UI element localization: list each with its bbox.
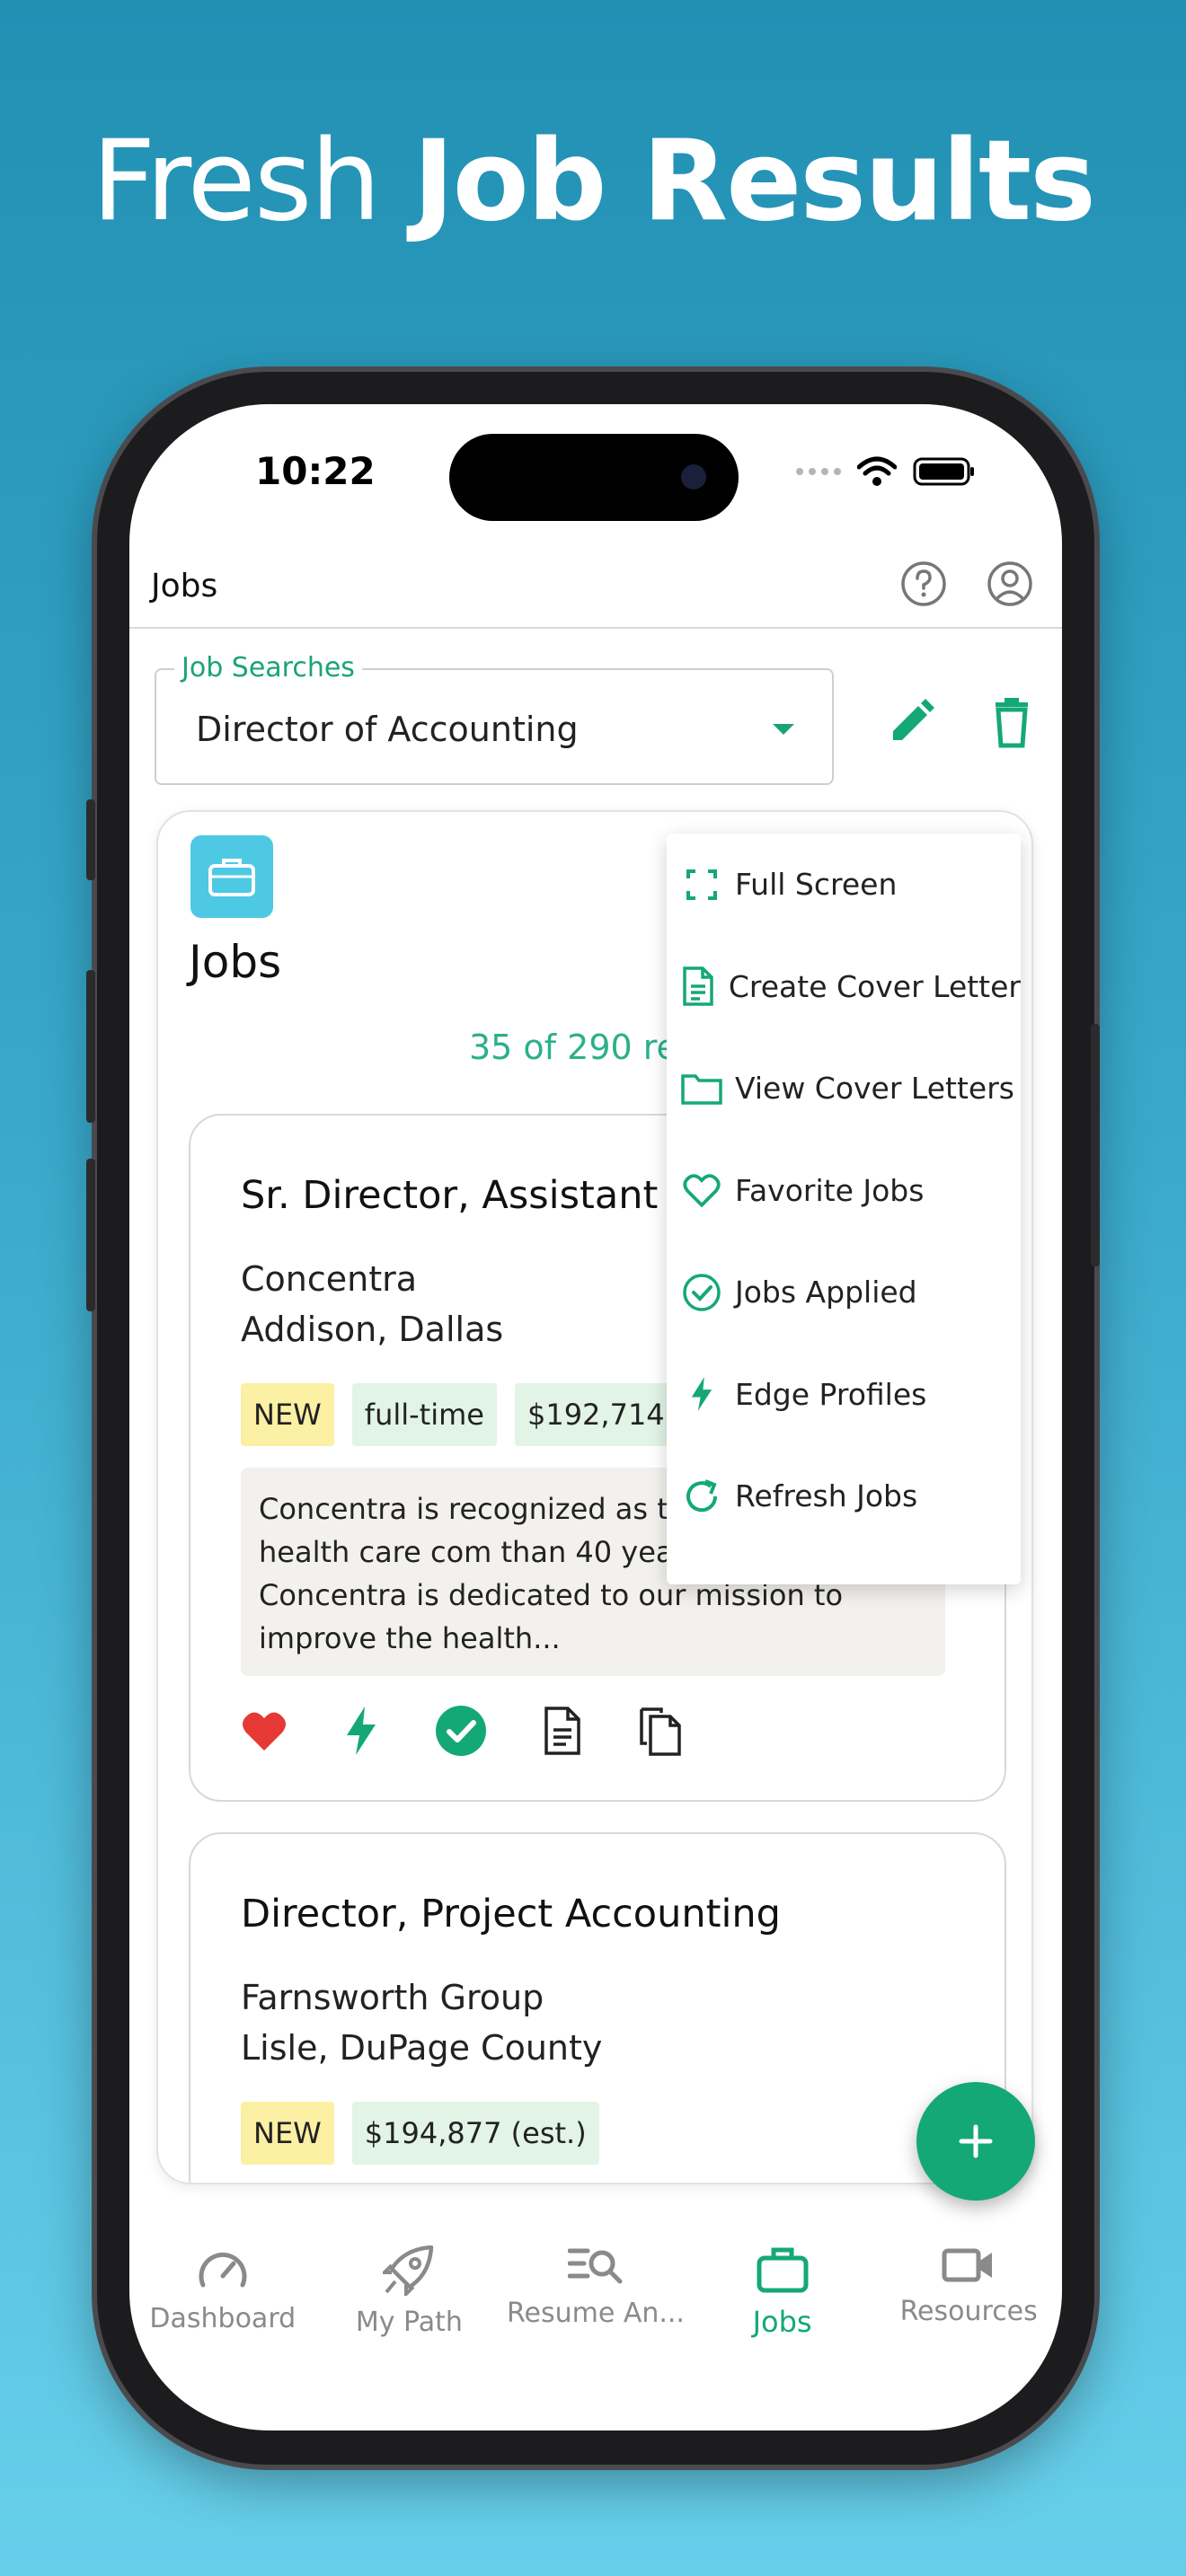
menu-item-edge-profiles[interactable]: Edge Profiles [667, 1344, 1021, 1446]
status-icons [796, 456, 976, 487]
help-icon[interactable] [898, 559, 949, 609]
add-fab-button[interactable] [916, 2082, 1035, 2201]
folder-icon [679, 1066, 724, 1111]
job-title[interactable]: Director, Project Accounting [241, 1892, 781, 1936]
app-bar: Jobs [129, 539, 1062, 629]
nav-label: Resources [899, 2296, 1038, 2327]
gauge-icon [199, 2252, 247, 2288]
edit-icon[interactable] [884, 695, 938, 749]
action-button [86, 799, 95, 880]
edge-profile-lightning-icon[interactable] [343, 1705, 379, 1757]
resume-search-icon [567, 2248, 623, 2284]
nav-item-resume-analysis[interactable]: Resume An... [502, 2236, 689, 2371]
power-button [1091, 1024, 1100, 1266]
job-card[interactable]: Director, Project Accounting Farnsworth … [189, 1832, 1006, 2183]
plus-icon [959, 2124, 993, 2158]
nav-item-my-path[interactable]: My Path [316, 2236, 503, 2371]
menu-item-favorite-jobs[interactable]: Favorite Jobs [667, 1140, 1021, 1242]
job-company: Concentra [241, 1259, 418, 1299]
cover-letter-document-icon[interactable] [543, 1707, 582, 1755]
favorite-heart-icon[interactable] [241, 1709, 288, 1752]
menu-item-label: Full Screen [735, 867, 898, 903]
fullscreen-icon [679, 862, 724, 907]
menu-item-full-screen[interactable]: Full Screen [667, 834, 1021, 936]
nav-label: My Path [355, 2307, 463, 2338]
applied-check-icon[interactable] [435, 1705, 487, 1757]
job-search-value: Director of Accounting [196, 710, 579, 749]
account-icon[interactable] [985, 559, 1035, 609]
nav-item-resources[interactable]: Resources [875, 2236, 1062, 2371]
heart-icon [679, 1168, 724, 1213]
volume-down-button [86, 1159, 95, 1311]
delete-icon[interactable] [985, 695, 1039, 749]
menu-item-refresh-jobs[interactable]: Refresh Jobs [667, 1445, 1021, 1548]
jobs-panel-title: Jobs [189, 936, 282, 988]
headline-light: Fresh [92, 117, 381, 246]
menu-item-create-cover-letter[interactable]: Create Cover Letter [667, 936, 1021, 1038]
headline-bold: Job Results [412, 117, 1096, 246]
promo-headline: Fresh Job Results [0, 117, 1186, 246]
video-camera-icon [942, 2248, 993, 2282]
briefcase-icon [190, 835, 273, 918]
rocket-icon [383, 2245, 434, 2296]
phone-screen: 10:22 Jobs Job Searches Director of Acco… [129, 404, 1062, 2430]
document-add-icon [679, 964, 718, 1009]
bottom-navigation: Dashboard My Path Resume An... Jobs Reso… [129, 2236, 1062, 2371]
menu-item-label: Favorite Jobs [735, 1172, 925, 1208]
nav-label: Jobs [752, 2305, 812, 2339]
job-search-select[interactable]: Job Searches Director of Accounting [155, 652, 834, 785]
menu-item-label: Jobs Applied [735, 1275, 917, 1310]
dropdown-arrow-icon [773, 724, 794, 735]
volume-up-button [86, 970, 95, 1123]
battery-icon [913, 457, 974, 486]
job-title[interactable]: Sr. Director, Assistant C [241, 1173, 697, 1218]
menu-item-jobs-applied[interactable]: Jobs Applied [667, 1241, 1021, 1344]
job-search-label: Job Searches [174, 652, 362, 684]
refresh-icon [679, 1474, 724, 1519]
results-count: 35 of 290 res [469, 1028, 695, 1067]
nav-item-dashboard[interactable]: Dashboard [129, 2236, 316, 2371]
menu-item-label: View Cover Letters [735, 1071, 1014, 1107]
overflow-menu: Full Screen Create Cover Letter View Cov… [667, 834, 1021, 1584]
menu-item-label: Create Cover Letter [728, 968, 1021, 1004]
nav-label: Dashboard [149, 2303, 296, 2334]
status-time: 10:22 [255, 449, 376, 493]
nav-item-jobs[interactable]: Jobs [689, 2236, 876, 2371]
briefcase-icon [757, 2247, 809, 2293]
nav-label: Resume An... [507, 2298, 685, 2329]
job-location: Lisle, DuPage County [241, 2028, 603, 2068]
salary-chip: $194,877 (est.) [351, 2102, 599, 2165]
signal-icon [796, 468, 841, 475]
dynamic-island [449, 434, 739, 521]
job-location: Addison, Dallas [241, 1310, 504, 1349]
wifi-icon [857, 456, 897, 486]
menu-item-label: Refresh Jobs [735, 1478, 918, 1514]
check-circle-icon [679, 1270, 724, 1315]
new-badge: NEW [241, 1383, 334, 1446]
menu-item-view-cover-letters[interactable]: View Cover Letters [667, 1037, 1021, 1140]
lightning-icon [679, 1372, 724, 1416]
page-title: Jobs [151, 568, 218, 604]
menu-item-label: Edge Profiles [735, 1376, 927, 1412]
job-type-chip: full-time [351, 1383, 497, 1446]
copy-documents-icon[interactable] [638, 1706, 683, 1756]
new-badge: NEW [241, 2102, 334, 2165]
job-company: Farnsworth Group [241, 1978, 544, 2017]
